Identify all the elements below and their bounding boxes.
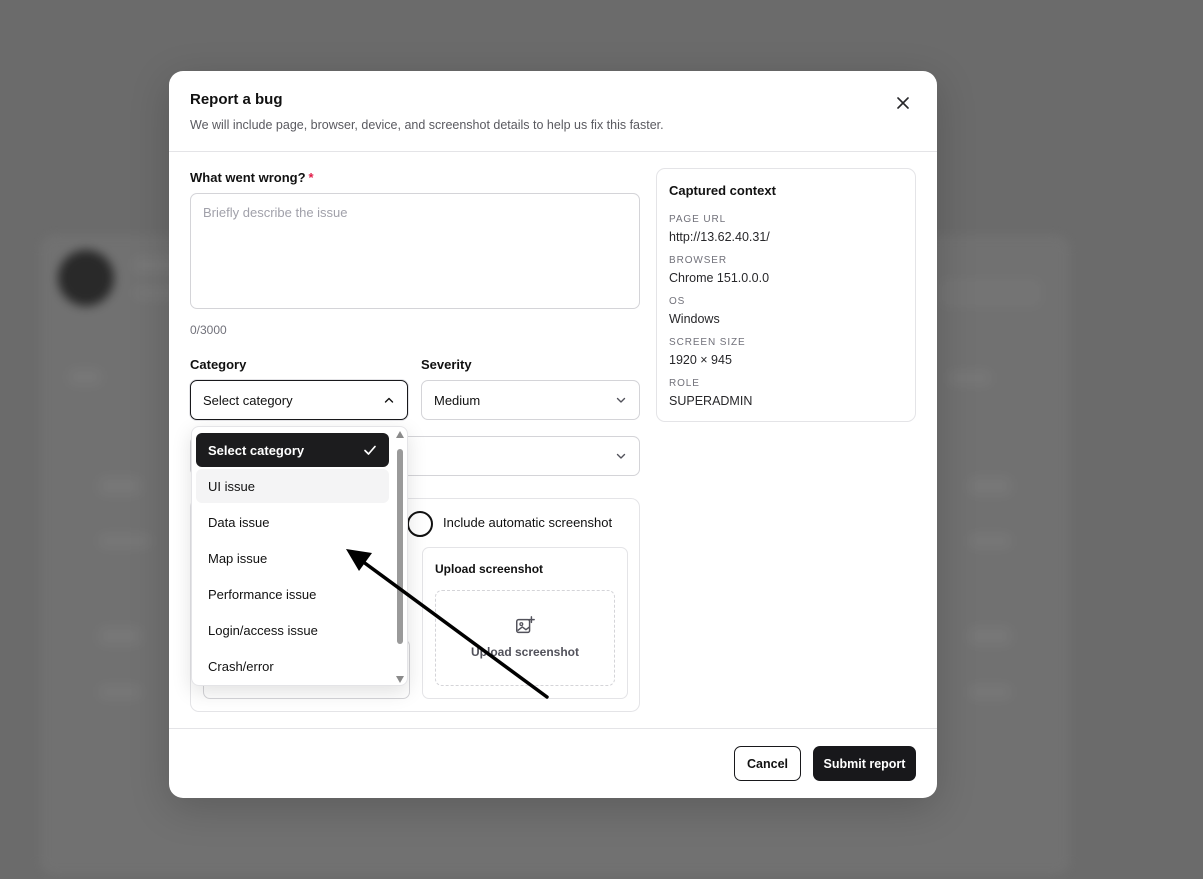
background-text [100,478,140,494]
category-option-select-category[interactable]: Select category [196,433,389,467]
upload-screenshot-button[interactable]: Upload screenshot [435,590,615,686]
scrollbar-thumb[interactable] [397,449,403,644]
option-label: Data issue [208,514,270,530]
description-textarea[interactable]: Briefly describe the issue [190,193,640,309]
background-text [100,628,140,644]
option-label: Select category [208,442,305,458]
context-value: Windows [669,312,720,326]
background-text [970,686,1010,698]
background-text [70,370,100,384]
option-label: Map issue [208,550,268,566]
background-text [100,535,150,547]
description-label-text: What went wrong? [190,170,306,185]
context-key: BROWSER [669,255,727,266]
chevron-down-icon [616,453,626,459]
background-text [970,478,1010,494]
background-avatar [58,250,114,306]
option-label: Login/access issue [208,622,318,638]
category-option-map-issue[interactable]: Map issue [196,541,389,575]
context-title: Captured context [669,183,776,198]
severity-select-value: Medium [434,392,481,408]
category-option-ui-issue[interactable]: UI issue [196,469,389,503]
captured-context-panel: Captured context PAGE URL http://13.62.4… [656,168,916,422]
scroll-down-arrow-icon[interactable] [396,676,404,683]
context-value: SUPERADMIN [669,394,753,408]
context-key: ROLE [669,378,700,389]
background-button [940,280,1040,306]
category-option-crash-error[interactable]: Crash/error [196,649,389,683]
context-key: PAGE URL [669,214,727,225]
submit-report-button[interactable]: Submit report [813,746,916,781]
background-text [970,628,1010,644]
upload-screenshot-card: Upload screenshot Upload screenshot [422,547,628,699]
context-value: Chrome 151.0.0.0 [669,271,770,285]
char-counter: 0/3000 [190,323,227,337]
option-label: UI issue [208,478,255,494]
category-select[interactable]: Select category [190,380,408,420]
upload-title: Upload screenshot [435,562,544,576]
context-value: 1920 × 945 [669,353,732,367]
cancel-button[interactable]: Cancel [734,746,801,781]
auto-screenshot-label: Include automatic screenshot [443,515,613,530]
dialog-subtitle: We will include page, browser, device, a… [190,118,664,132]
image-plus-icon [516,616,535,634]
chevron-down-icon [616,397,626,403]
check-icon [364,445,376,455]
close-icon [897,97,909,109]
background-text [100,686,140,698]
auto-screenshot-toggle[interactable] [407,511,433,537]
dropdown-scrollbar[interactable] [395,431,405,683]
context-key: SCREEN SIZE [669,337,746,348]
severity-label: Severity [421,357,472,372]
dialog-title: Report a bug [190,91,283,108]
background-text [950,372,990,384]
chevron-up-icon [384,397,394,403]
description-placeholder: Briefly describe the issue [203,205,348,220]
category-label: Category [190,357,247,372]
background-text [970,535,1010,547]
category-dropdown-list: Select category UI issue Data issue Map … [191,426,408,686]
category-option-data-issue[interactable]: Data issue [196,505,389,539]
severity-select[interactable]: Medium [421,380,640,420]
context-value: http://13.62.40.31/ [669,230,770,244]
description-label: What went wrong? * [190,170,314,185]
dialog-header: Report a bug We will include page, brows… [169,71,937,152]
option-label: Performance issue [208,586,317,602]
dialog-footer: Cancel Submit report [169,728,937,798]
required-marker: * [308,170,314,185]
scroll-up-arrow-icon[interactable] [396,431,404,438]
context-key: OS [669,296,686,307]
close-button[interactable] [893,93,913,113]
category-select-value: Select category [203,392,293,408]
option-label: Crash/error [208,658,274,674]
upload-button-label: Upload screenshot [470,645,580,659]
category-option-login-access-issue[interactable]: Login/access issue [196,613,389,647]
category-option-performance-issue[interactable]: Performance issue [196,577,389,611]
